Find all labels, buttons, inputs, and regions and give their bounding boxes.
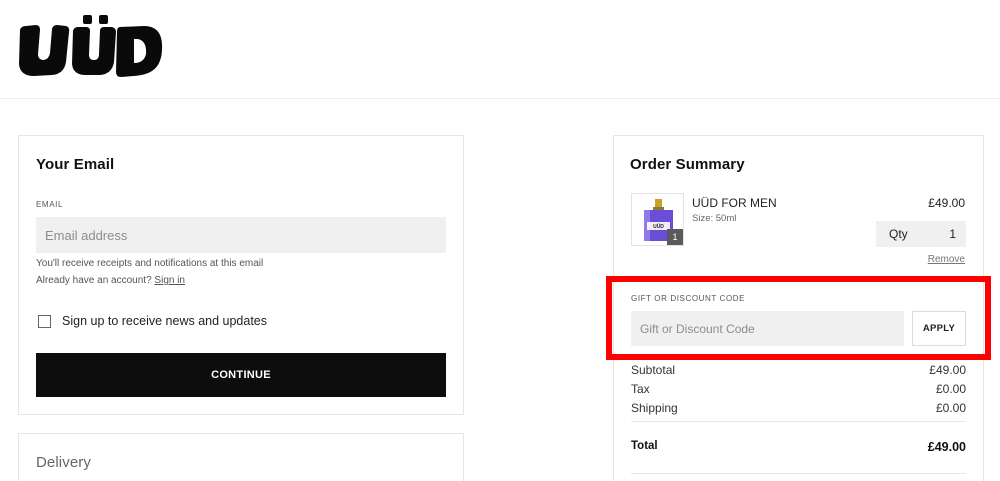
summary-divider xyxy=(631,473,966,474)
email-label: EMAIL xyxy=(36,200,64,209)
order-summary-title: Order Summary xyxy=(630,156,745,173)
quantity-badge: 1 xyxy=(667,229,683,245)
total-label: Total xyxy=(631,440,658,452)
tax-row: Tax £0.00 xyxy=(631,382,966,396)
total-row: Total £49.00 xyxy=(631,440,966,454)
quantity-selector[interactable]: Qty 1 xyxy=(876,221,966,247)
subtotal-row: Subtotal £49.00 xyxy=(631,363,966,377)
product-price: £49.00 xyxy=(928,196,965,210)
email-input[interactable] xyxy=(36,217,446,253)
account-prompt: Already have an account? Sign in xyxy=(36,275,185,286)
subtotal-value: £49.00 xyxy=(929,363,966,377)
newsletter-label[interactable]: Sign up to receive news and updates xyxy=(62,314,267,328)
tax-label: Tax xyxy=(631,382,650,396)
continue-button[interactable]: CONTINUE xyxy=(36,353,446,397)
newsletter-option[interactable]: Sign up to receive news and updates xyxy=(38,314,267,328)
svg-text:UÜD: UÜD xyxy=(653,223,664,230)
tax-value: £0.00 xyxy=(935,382,966,396)
remove-item-link[interactable]: Remove xyxy=(928,254,965,265)
quantity-label: Qty xyxy=(889,227,908,241)
total-value: £49.00 xyxy=(927,440,966,454)
shipping-label: Shipping xyxy=(631,401,678,415)
delivery-section: Delivery xyxy=(18,433,464,481)
summary-divider xyxy=(631,421,966,422)
email-section-title: Your Email xyxy=(36,156,115,173)
account-prompt-text: Already have an account? xyxy=(36,275,152,286)
quantity-value[interactable]: 1 xyxy=(949,227,956,241)
email-section: Your Email EMAIL You'll receive receipts… xyxy=(18,135,464,415)
shipping-row: Shipping £0.00 xyxy=(631,401,966,415)
shipping-value: £0.00 xyxy=(935,401,966,415)
newsletter-checkbox[interactable] xyxy=(38,314,51,328)
discount-highlight-box xyxy=(606,276,991,360)
product-name: UÜD FOR MEN xyxy=(692,196,777,210)
delivery-section-title: Delivery xyxy=(36,454,91,471)
product-size: Size: 50ml xyxy=(692,213,737,224)
sign-in-link[interactable]: Sign in xyxy=(154,275,185,286)
subtotal-label: Subtotal xyxy=(631,363,676,377)
email-helper-text: You'll receive receipts and notification… xyxy=(36,258,264,269)
brand-logo[interactable] xyxy=(16,14,164,78)
site-header xyxy=(0,0,1000,99)
